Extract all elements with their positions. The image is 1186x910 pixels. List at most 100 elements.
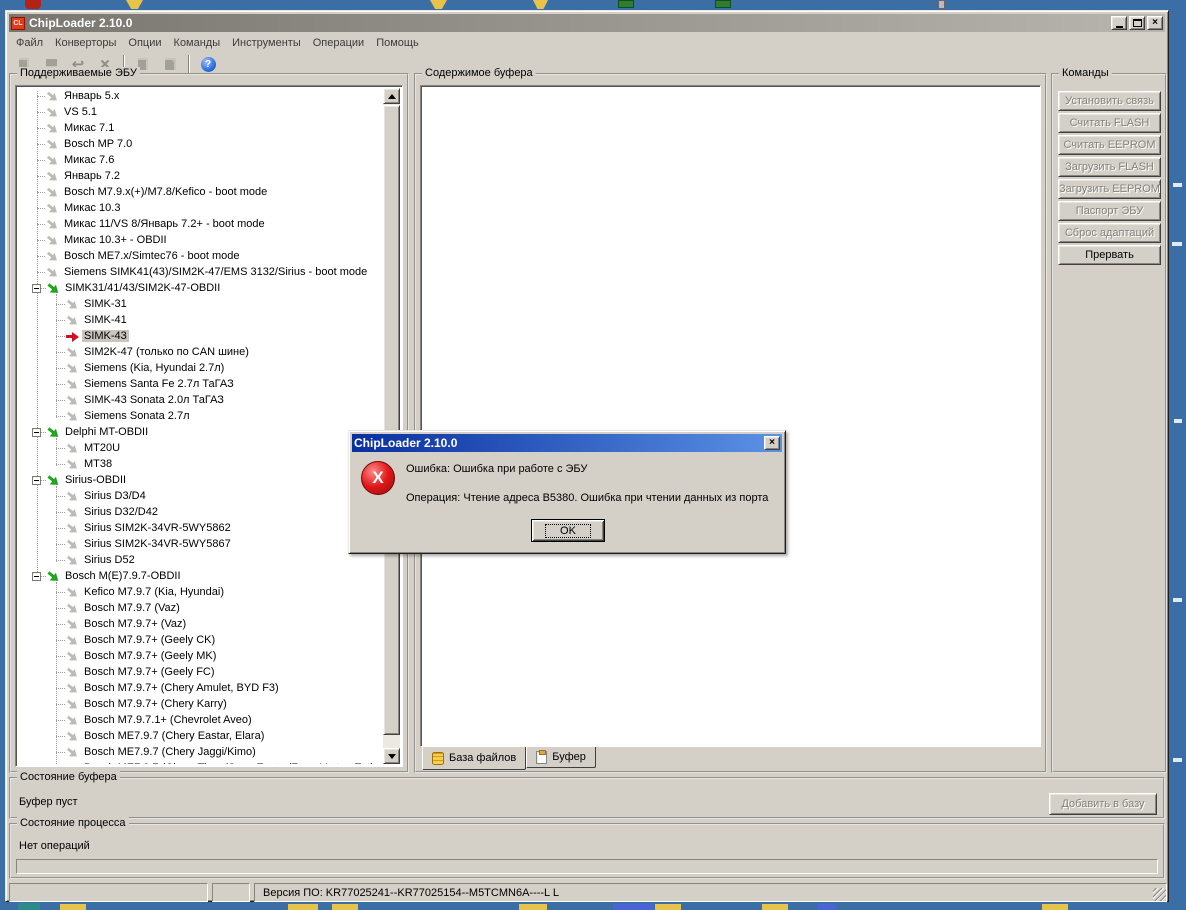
command-button[interactable]: Считать FLASH — [1058, 113, 1161, 133]
tree-item[interactable]: Микас 10.3 — [18, 200, 383, 216]
tree-item[interactable]: MT20U — [18, 440, 383, 456]
tree-item[interactable]: Микас 7.1 — [18, 120, 383, 136]
tree-item[interactable]: MT38 — [18, 456, 383, 472]
tree-item[interactable]: Kefico M7.9.7 (Kia, Hyundai) — [18, 584, 383, 600]
tree-item[interactable]: Микас 7.6 — [18, 152, 383, 168]
tree-leaf-arrow-icon — [64, 376, 81, 393]
command-button[interactable]: Загрузить EEPROM — [1058, 179, 1161, 199]
menu-item[interactable]: Операции — [307, 36, 370, 50]
tree-item[interactable]: Siemens Sonata 2.7л — [18, 408, 383, 424]
menu-item[interactable]: Опции — [122, 36, 167, 50]
maximize-icon — [1133, 19, 1142, 27]
tree-item[interactable]: Sirius SIM2K-34VR-5WY5862 — [18, 520, 383, 536]
tree-item[interactable]: Bosch M7.9.7+ (Vaz) — [18, 616, 383, 632]
tree-group-arrow-icon — [44, 279, 62, 297]
scrollbar-thumb[interactable] — [383, 105, 400, 735]
window-titlebar[interactable]: CL ChipLoader 2.10.0 × — [9, 14, 1165, 32]
tree-leaf-arrow-icon — [64, 456, 81, 473]
tree-item[interactable]: SIM2K-47 (только по CAN шине) — [18, 344, 383, 360]
tree-item[interactable]: Delphi MT-OBDII — [18, 424, 383, 440]
tree-item[interactable]: Bosch ME7.x/Simtec76 - boot mode — [18, 248, 383, 264]
tree-expand-toggle[interactable] — [32, 428, 41, 437]
desktop-icon-fragment — [655, 904, 681, 910]
tree-leaf-arrow-icon — [44, 120, 61, 137]
tree-guide-stub — [56, 336, 65, 337]
supported-ecu-panel: Поддерживаемые ЭБУ Январь 5.xVS 5.1Микас… — [9, 73, 409, 773]
tree-leaf-arrow-icon — [64, 680, 81, 697]
tree-expand-toggle[interactable] — [32, 572, 41, 581]
tab-label: Буфер — [552, 751, 586, 763]
tree-item[interactable]: Sirius D32/D42 — [18, 504, 383, 520]
tree-scrollbar[interactable] — [383, 88, 400, 764]
menu-item[interactable]: Команды — [168, 36, 227, 50]
tree-item-label: Siemens (Kia, Hyundai 2.7л) — [82, 362, 226, 374]
menu-item[interactable]: Конверторы — [49, 36, 122, 50]
commands-panel: Команды Установить связьСчитать FLASHСчи… — [1051, 73, 1167, 773]
tree-item[interactable]: VS 5.1 — [18, 104, 383, 120]
tree-item[interactable]: Sirius-OBDII — [18, 472, 383, 488]
tree-expand-toggle[interactable] — [32, 476, 41, 485]
tree-leaf-arrow-icon — [64, 312, 81, 329]
tree-item[interactable]: Bosch M7.9.7+ (Geely CK) — [18, 632, 383, 648]
tree-item[interactable]: SIMK-43 Sonata 2.0л ТаГАЗ — [18, 392, 383, 408]
minimize-button[interactable] — [1111, 16, 1127, 30]
desktop-icon-fragment — [938, 0, 945, 9]
tree-item[interactable]: Sirius D52 — [18, 552, 383, 568]
tree-item[interactable]: Bosch M7.9.7 (Vaz) — [18, 600, 383, 616]
menu-item[interactable]: Файл — [10, 36, 49, 50]
tree-item[interactable]: Bosch M7.9.7+ (Geely MK) — [18, 648, 383, 664]
maximize-button[interactable] — [1129, 16, 1145, 30]
tree-item[interactable]: Bosch M7.9.x(+)/M7.8/Kefico - boot mode — [18, 184, 383, 200]
resize-grip[interactable] — [1153, 888, 1166, 901]
tree-item[interactable]: Sirius D3/D4 — [18, 488, 383, 504]
tree-item-label: Sirius D3/D4 — [82, 490, 148, 502]
toolbar-separator — [188, 55, 190, 73]
command-button[interactable]: Прервать — [1058, 245, 1161, 265]
tree-item[interactable]: Siemens SIMK41(43)/SIM2K-47/EMS 3132/Sir… — [18, 264, 383, 280]
dialog-titlebar[interactable]: ChipLoader 2.10.0 × — [352, 434, 782, 452]
tree-item[interactable]: Bosch M7.9.7+ (Chery Karry) — [18, 696, 383, 712]
help-icon[interactable]: ? — [196, 53, 220, 75]
tab-buffer[interactable]: Буфер — [526, 747, 596, 768]
process-state-panel: Состояние процесса Нет операций — [9, 823, 1165, 879]
menu-item[interactable]: Помощь — [370, 36, 425, 50]
add-to-base-button[interactable]: Добавить в базу — [1049, 793, 1157, 815]
tree-item[interactable]: Bosch M7.9.7+ (Chery Amulet, BYD F3) — [18, 680, 383, 696]
tree-item[interactable]: Siemens Santa Fe 2.7л ТаГАЗ — [18, 376, 383, 392]
save-buffer-icon[interactable] — [158, 53, 182, 75]
tree-item[interactable]: Bosch ME7.9.7 (Chery Jaggi/Kimo) — [18, 744, 383, 760]
tree-item[interactable]: Bosch ME7.9.7 (Chery Tiggo/CrossEastar/F… — [18, 760, 383, 764]
tree-item[interactable]: Bosch MP 7.0 — [18, 136, 383, 152]
tree-item[interactable]: Микас 11/VS 8/Январь 7.2+ - boot mode — [18, 216, 383, 232]
command-button[interactable]: Сброс адаптаций — [1058, 223, 1161, 243]
tree-item[interactable]: Январь 5.x — [18, 88, 383, 104]
tree-item[interactable]: Bosch M7.9.7+ (Geely FC) — [18, 664, 383, 680]
menu-item[interactable]: Инструменты — [226, 36, 307, 50]
tree-item[interactable]: Bosch ME7.9.7 (Chery Eastar, Elara) — [18, 728, 383, 744]
tree-item[interactable]: Bosch M(E)7.9.7-OBDII — [18, 568, 383, 584]
tree-item[interactable]: Январь 7.2 — [18, 168, 383, 184]
tree-item[interactable]: SIMK-43 — [18, 328, 383, 344]
scroll-down-button[interactable] — [383, 748, 400, 764]
tree-item[interactable]: SIMK-41 — [18, 312, 383, 328]
command-button[interactable]: Паспорт ЭБУ — [1058, 201, 1161, 221]
tree-item[interactable]: Siemens (Kia, Hyundai 2.7л) — [18, 360, 383, 376]
command-button[interactable]: Считать EEPROM — [1058, 135, 1161, 155]
tree-expand-toggle[interactable] — [32, 284, 41, 293]
tab-file-base[interactable]: База файлов — [422, 747, 526, 770]
tree-item[interactable]: SIMK31/41/43/SIM2K-47-OBDII — [18, 280, 383, 296]
desktop-icon-fragment — [818, 904, 836, 910]
tree-item[interactable]: Sirius SIM2K-34VR-5WY5867 — [18, 536, 383, 552]
scroll-up-button[interactable] — [383, 88, 400, 104]
help-icon: ? — [201, 57, 216, 72]
ok-button[interactable]: OK — [531, 519, 605, 542]
tree-item[interactable]: SIMK-31 — [18, 296, 383, 312]
tree-item[interactable]: Микас 10.3+ - OBDII — [18, 232, 383, 248]
command-button[interactable]: Загрузить FLASH — [1058, 157, 1161, 177]
error-icon: X — [361, 461, 395, 495]
dialog-close-button[interactable]: × — [764, 436, 780, 450]
tree-item[interactable]: Bosch M7.9.7.1+ (Chevrolet Aveo) — [18, 712, 383, 728]
close-button[interactable]: × — [1147, 16, 1163, 30]
tree-item-label: Sirius D52 — [82, 554, 137, 566]
command-button[interactable]: Установить связь — [1058, 91, 1161, 111]
